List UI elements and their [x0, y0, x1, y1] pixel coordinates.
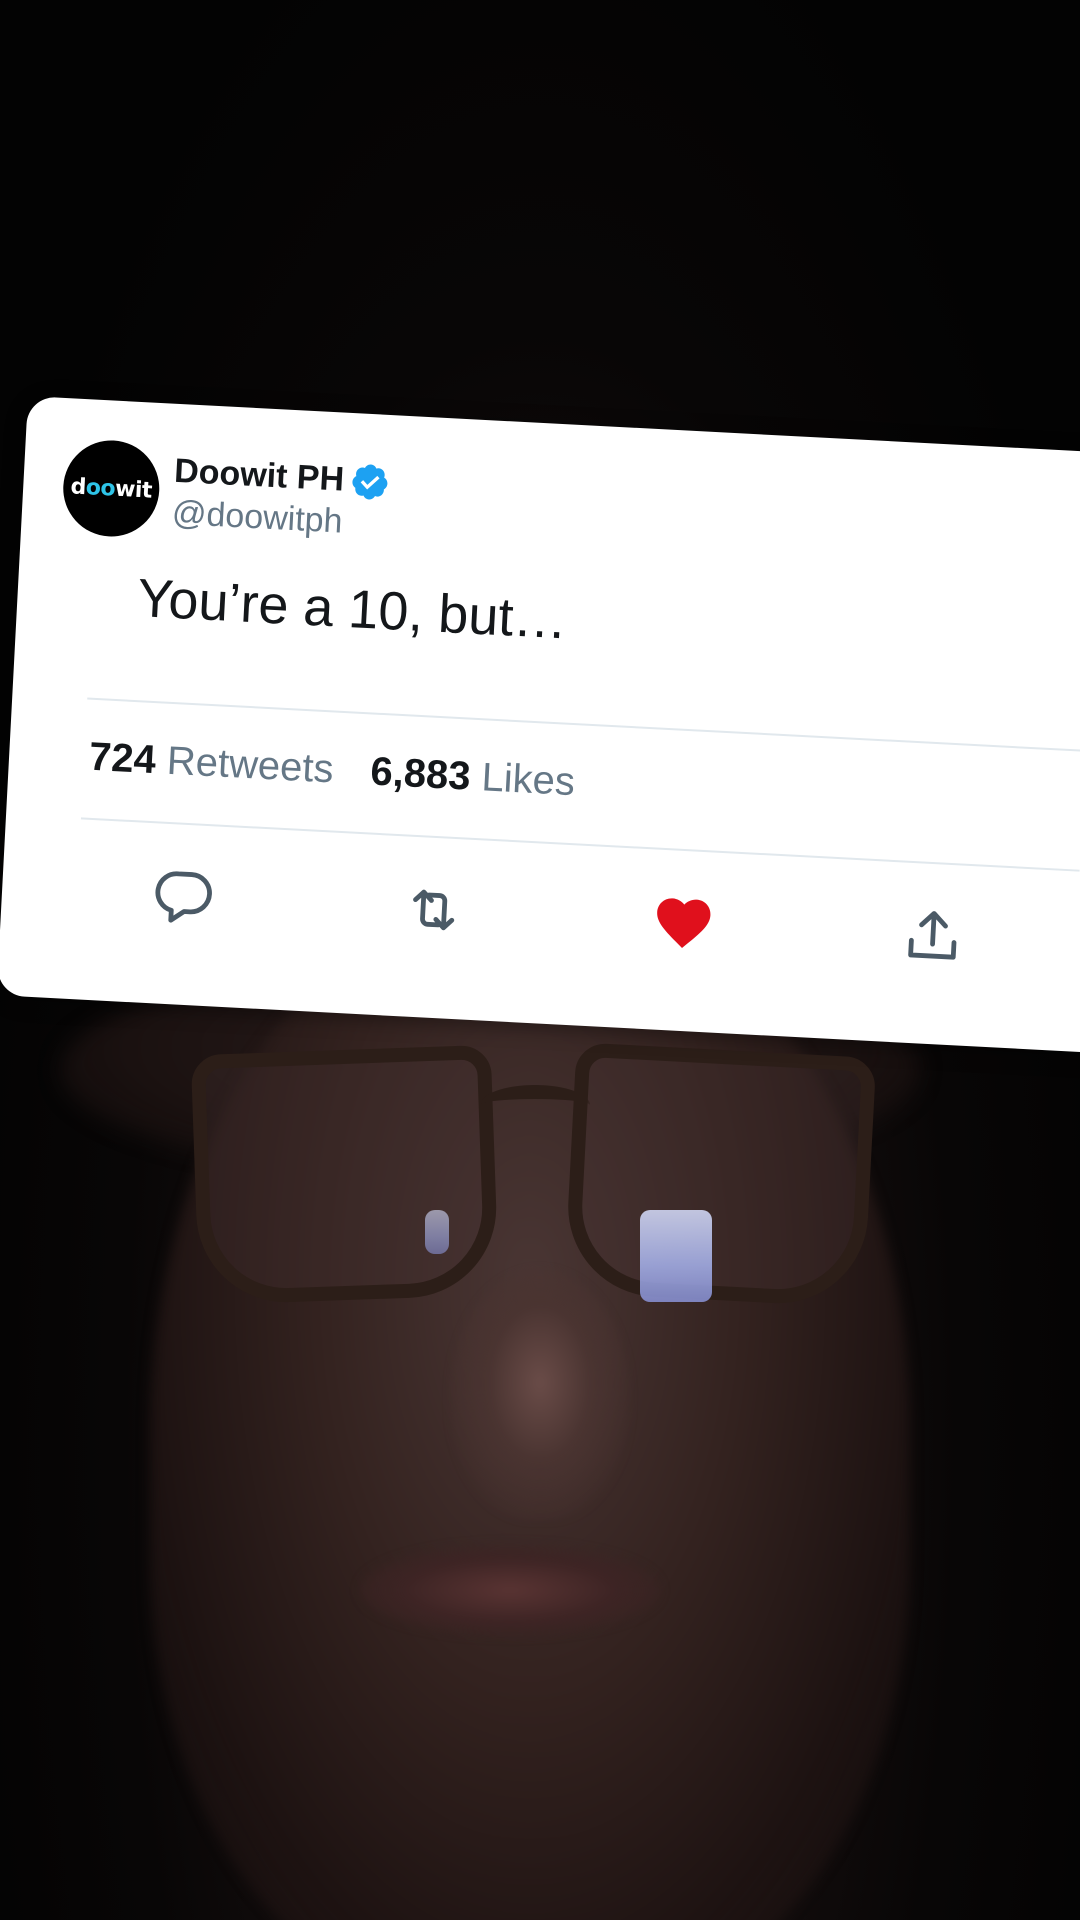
avatar-text-oo: oo — [85, 474, 116, 502]
phone-reflection-small — [425, 1210, 449, 1254]
share-button[interactable] — [899, 902, 966, 969]
share-icon — [908, 911, 957, 960]
verified-badge-icon — [352, 464, 388, 499]
tweet-text: You’re a 10, but… — [136, 568, 569, 651]
likes-label[interactable]: Likes — [481, 755, 577, 804]
avatar[interactable]: d oo wit — [60, 438, 162, 539]
avatar-text-a: d — [69, 473, 87, 500]
tweet-actions — [150, 863, 957, 985]
like-button[interactable] — [650, 889, 717, 956]
retweet-icon — [413, 889, 455, 931]
left-lens — [190, 1044, 500, 1306]
person-nose — [450, 1270, 630, 1520]
likes-count[interactable]: 6,883 — [369, 749, 471, 798]
divider — [80, 817, 1080, 872]
phone-reflection — [640, 1210, 712, 1302]
tweet-stats: 724 Retweets 6,883 Likes — [88, 735, 602, 807]
retweets-count[interactable]: 724 — [88, 735, 157, 782]
video-frame: d oo wit Doowit PH @doowitph You’re a 10, … — [0, 0, 1080, 1920]
heart-icon — [657, 898, 711, 949]
person-mouth — [360, 1545, 660, 1635]
avatar-text-b: wit — [114, 476, 153, 504]
retweets-label[interactable]: Retweets — [166, 739, 335, 792]
tweet-header: d oo wit Doowit PH @doowitph — [60, 438, 392, 551]
reply-icon — [155, 871, 212, 923]
retweet-button[interactable] — [400, 876, 467, 943]
display-name[interactable]: Doowit PH — [173, 452, 345, 500]
right-lens — [563, 1042, 877, 1308]
author-names: Doowit PH @doowitph — [171, 451, 391, 543]
reply-button[interactable] — [150, 863, 217, 930]
tweet-card: d oo wit Doowit PH @doowitph You’re a 10, … — [0, 396, 1080, 1054]
